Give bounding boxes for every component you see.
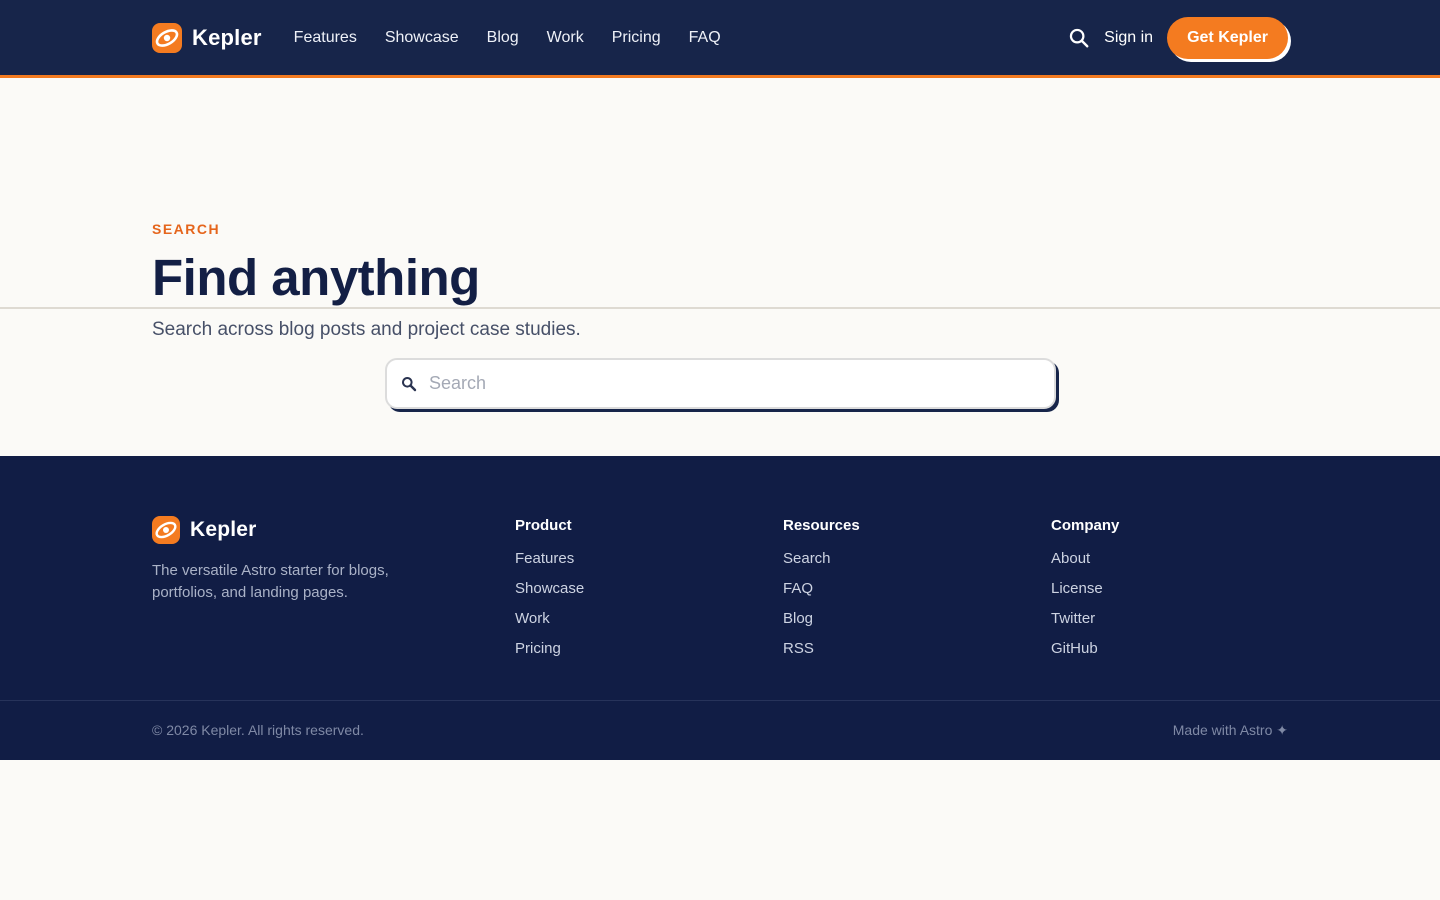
brand-home-link[interactable]: Kepler (152, 22, 262, 53)
footer-tagline: The versatile Astro starter for blogs, p… (152, 562, 389, 601)
made-with-astro-link[interactable]: Made with Astro ✦ (1173, 722, 1288, 739)
footer-link-search[interactable]: Search (783, 550, 860, 580)
footer-link-about[interactable]: About (1051, 550, 1119, 580)
hero-eyebrow: SEARCH (152, 221, 221, 237)
nav-work[interactable]: Work (547, 29, 584, 47)
footer-column-title: Resources (783, 517, 860, 534)
nav-features[interactable]: Features (294, 29, 357, 47)
footer-brand[interactable]: Kepler (152, 516, 257, 544)
site-footer: Kepler The versatile Astro starter for b… (0, 456, 1440, 760)
footer-link-blog[interactable]: Blog (783, 610, 860, 640)
site-header: Kepler Features Showcase Blog Work Prici… (0, 0, 1440, 78)
search-input[interactable] (429, 373, 1009, 394)
footer-link-features[interactable]: Features (515, 550, 584, 580)
nav-pricing[interactable]: Pricing (612, 29, 661, 47)
footer-column-product: Product Features Showcase Work Pricing (515, 517, 584, 670)
kepler-logo-icon (152, 22, 182, 53)
footer-link-faq[interactable]: FAQ (783, 580, 860, 610)
search-box[interactable] (385, 358, 1056, 409)
footer-link-showcase[interactable]: Showcase (515, 580, 584, 610)
footer-link-github[interactable]: GitHub (1051, 640, 1119, 670)
nav-faq[interactable]: FAQ (689, 29, 721, 47)
signin-link[interactable]: Sign in (1104, 29, 1153, 47)
footer-column-title: Product (515, 517, 572, 534)
footer-column-resources: Resources Search FAQ Blog RSS (783, 517, 860, 670)
main-nav: Features Showcase Blog Work Pricing FAQ (294, 29, 749, 47)
brand-name: Kepler (192, 24, 262, 50)
get-kepler-button[interactable]: Get Kepler (1167, 16, 1288, 59)
footer-link-twitter[interactable]: Twitter (1051, 610, 1119, 640)
footer-link-rss[interactable]: RSS (783, 640, 860, 670)
copyright-text: © 2026 Kepler. All rights reserved. (152, 722, 364, 738)
search-field-icon (402, 376, 417, 391)
kepler-logo-icon (152, 516, 180, 544)
nav-showcase[interactable]: Showcase (385, 29, 459, 47)
nav-blog[interactable]: Blog (487, 29, 519, 47)
footer-link-work[interactable]: Work (515, 610, 584, 640)
footer-column-company: Company About License Twitter GitHub (1051, 517, 1119, 670)
search-section (0, 309, 1440, 456)
search-icon[interactable] (1068, 27, 1090, 49)
footer-brand-name: Kepler (190, 518, 257, 541)
footer-divider (0, 700, 1440, 701)
footer-column-title: Company (1051, 517, 1120, 534)
header-actions: Sign in Get Kepler (1068, 16, 1288, 59)
footer-link-license[interactable]: License (1051, 580, 1119, 610)
footer-link-pricing[interactable]: Pricing (515, 640, 584, 670)
page-title: Find anything (152, 249, 480, 306)
hero-section: SEARCH Find anything Search across blog … (0, 78, 1440, 340)
